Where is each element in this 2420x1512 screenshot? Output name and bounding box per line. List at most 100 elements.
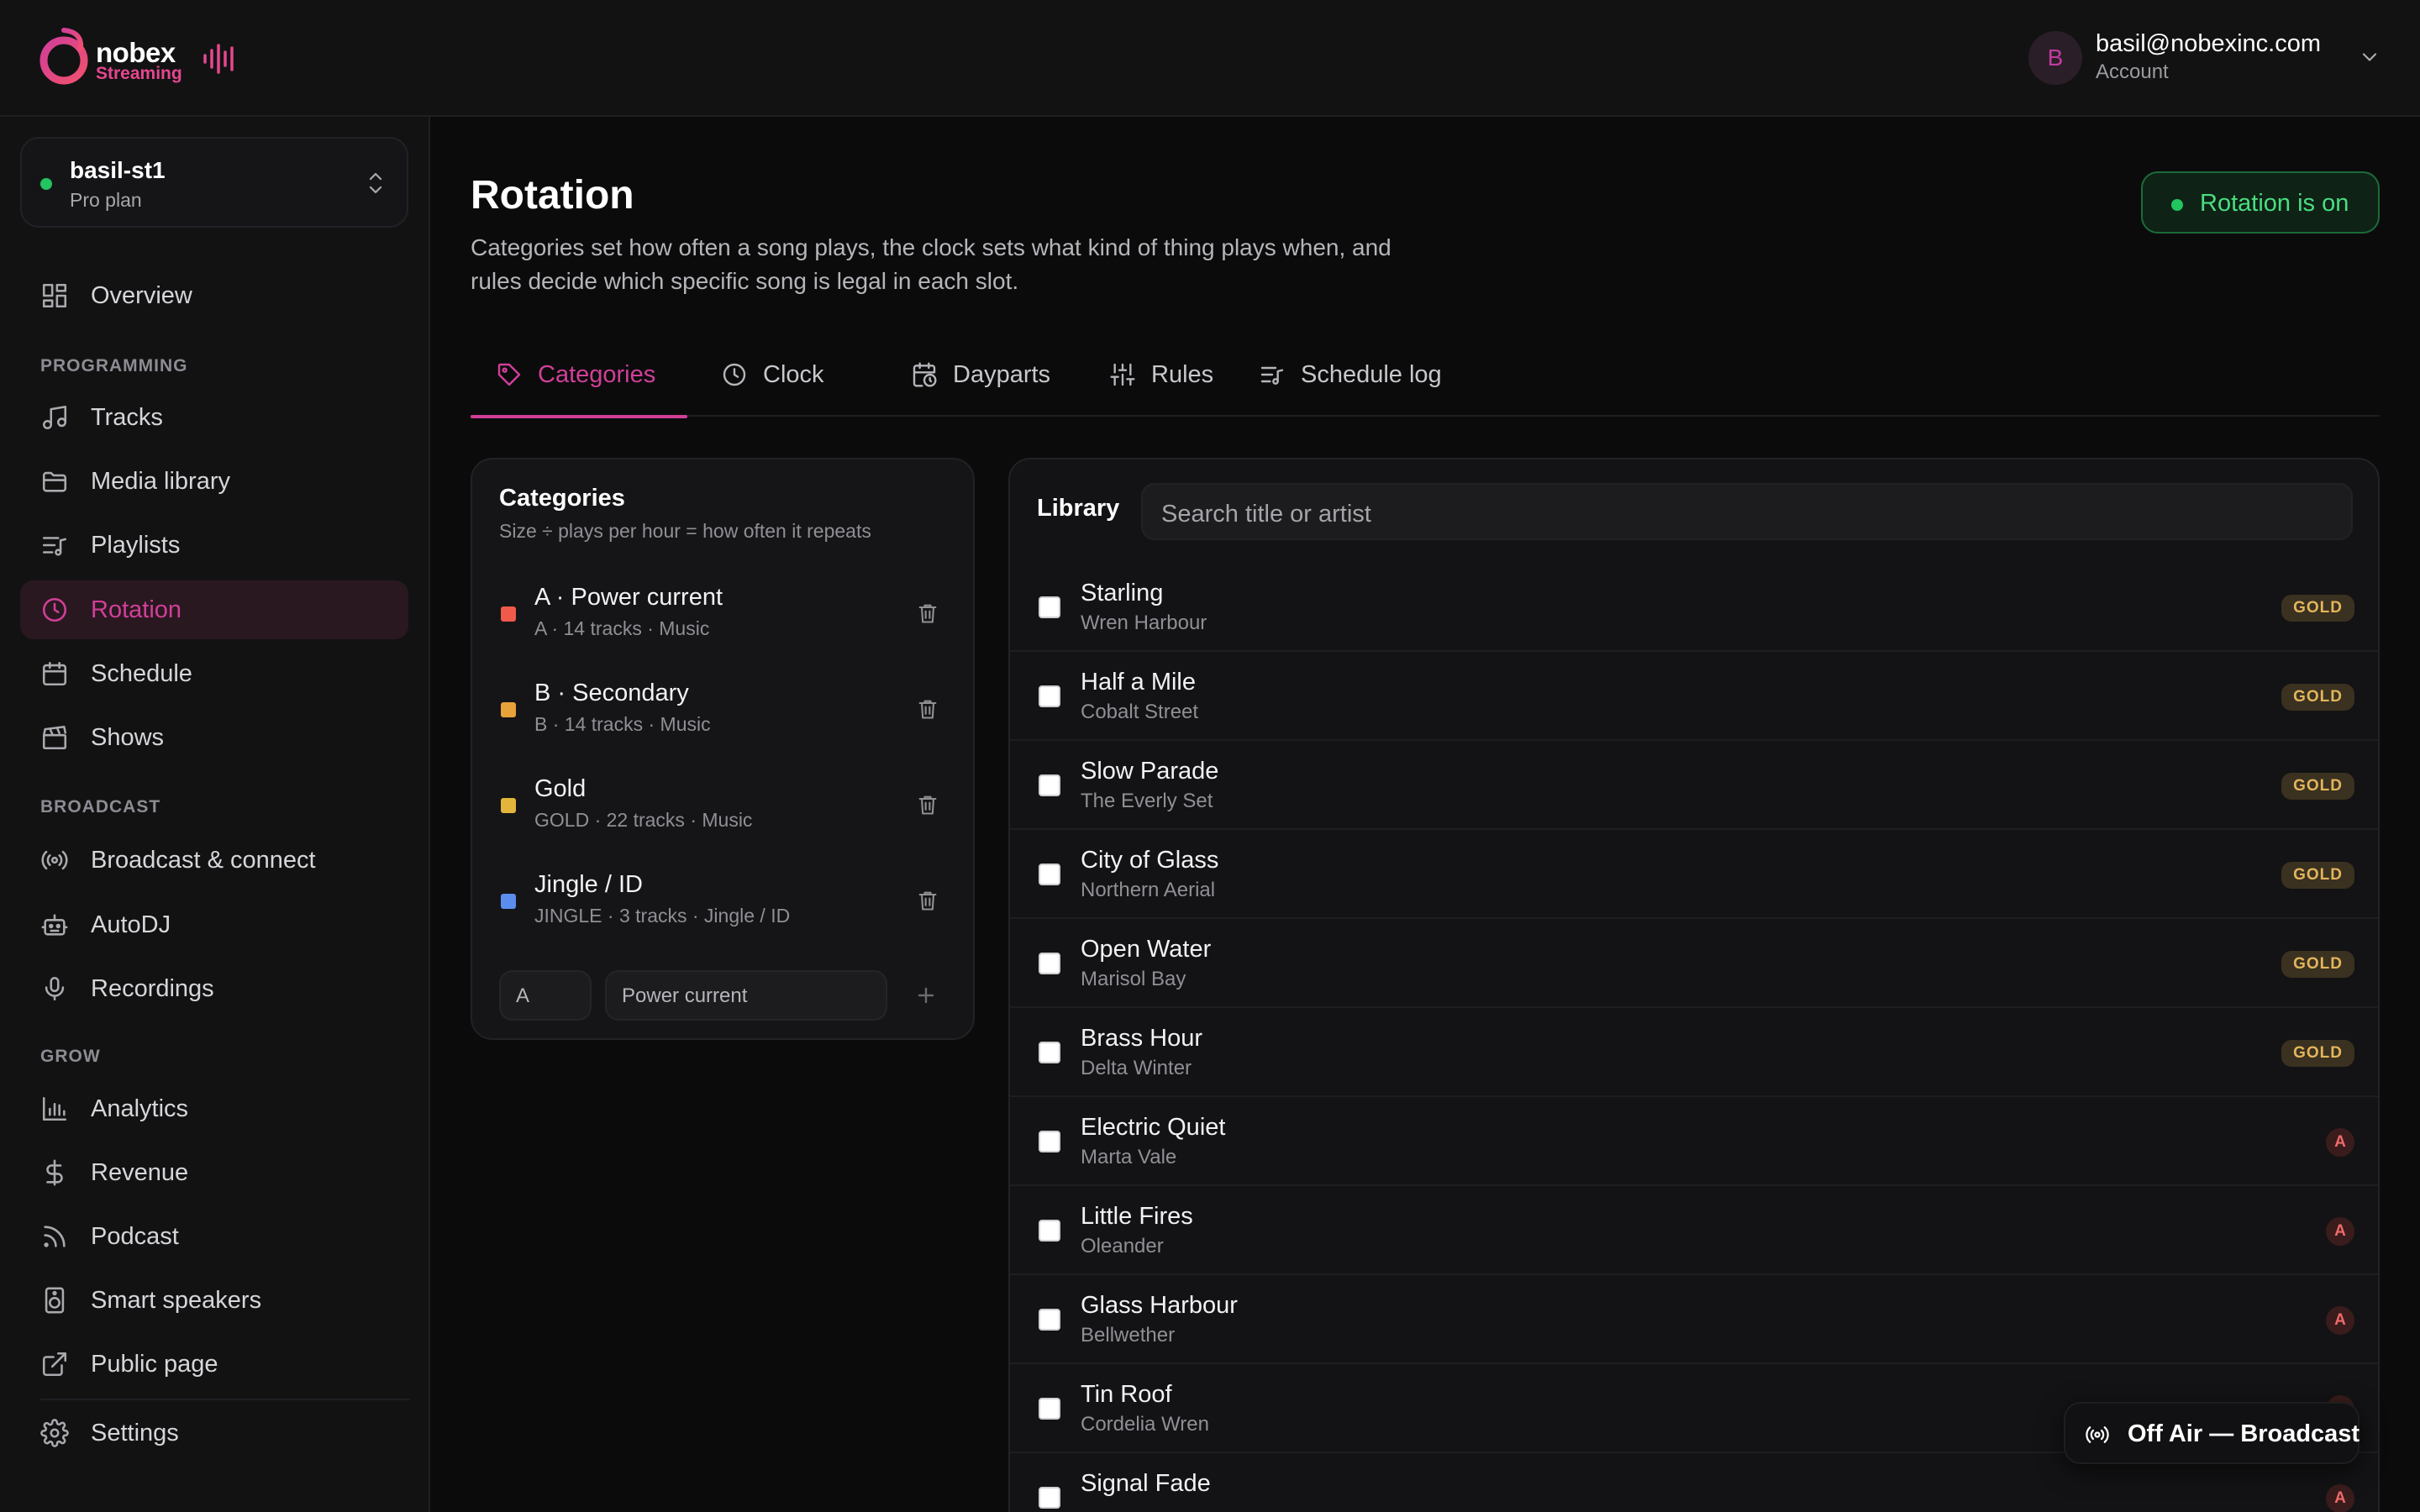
sidebar-item-autodj[interactable]: AutoDJ: [20, 895, 408, 954]
calendar-icon: [40, 659, 69, 688]
sidebar-item-overview[interactable]: Overview: [20, 266, 408, 325]
track-checkbox[interactable]: [1039, 774, 1060, 796]
track-checkbox[interactable]: [1039, 1042, 1060, 1063]
sidebar: basil-st1 Pro plan Overview PROGRAMMING …: [0, 117, 430, 1512]
track-artist: Marta Vale: [1081, 1146, 1177, 1168]
clapperboard-icon: [40, 723, 69, 752]
track-checkbox[interactable]: [1039, 953, 1060, 974]
categories-panel: Categories Size ÷ plays per hour = how o…: [471, 458, 975, 1040]
tag-icon: [496, 361, 523, 388]
track-checkbox[interactable]: [1039, 864, 1060, 885]
category-name: A · Power current: [534, 584, 723, 611]
search-input[interactable]: Search title or artist: [1141, 483, 2353, 540]
sidebar-item-public-page[interactable]: Public page: [20, 1335, 408, 1394]
logo-mark-icon: [39, 27, 88, 89]
tab-schedule-log[interactable]: Schedule log: [1234, 339, 1452, 417]
sidebar-item-analytics[interactable]: Analytics: [20, 1079, 408, 1138]
tab-bar: Categories Clock Dayparts Rules Schedule…: [471, 339, 2380, 418]
chevron-down-icon: [2358, 45, 2381, 69]
sidebar-item-tracks[interactable]: Tracks: [20, 388, 408, 447]
add-category-icon[interactable]: [913, 982, 939, 1009]
track-row[interactable]: Brass Hour Delta Winter GOLD: [1010, 1008, 2378, 1097]
track-row[interactable]: Little Fires Oleander A: [1010, 1186, 2378, 1275]
sidebar-item-label: Smart speakers: [91, 1287, 262, 1314]
category-name: Jingle / ID: [534, 871, 643, 898]
sidebar-item-label: Settings: [91, 1420, 179, 1446]
chevrons-up-down-icon: [363, 169, 388, 197]
panel-title: Categories: [499, 485, 625, 512]
category-badge: A: [2326, 1484, 2354, 1512]
trash-icon[interactable]: [916, 888, 939, 913]
tab-label: Clock: [763, 361, 824, 388]
sliders-icon: [1109, 361, 1136, 388]
brand-logo[interactable]: nobex Streaming: [39, 22, 249, 94]
station-switcher[interactable]: basil-st1 Pro plan: [20, 137, 408, 228]
category-row[interactable]: A · Power current A · 14 tracks · Music: [472, 569, 976, 664]
sidebar-item-broadcast-connect[interactable]: Broadcast & connect: [20, 831, 408, 890]
category-badge: A: [2326, 1306, 2354, 1335]
clock-icon: [721, 361, 748, 388]
calendar-clock-icon: [911, 361, 938, 388]
sidebar-item-shows[interactable]: Shows: [20, 708, 408, 767]
sidebar-item-rotation[interactable]: Rotation: [20, 580, 408, 639]
track-artist: Northern Aerial: [1081, 879, 1216, 901]
grid-icon: [40, 281, 69, 310]
track-row[interactable]: Slow Parade The Everly Set GOLD: [1010, 741, 2378, 830]
tab-clock[interactable]: Clock: [696, 339, 824, 417]
track-checkbox[interactable]: [1039, 1487, 1060, 1509]
sidebar-item-label: Recordings: [91, 975, 214, 1002]
sidebar-item-label: Broadcast & connect: [91, 847, 316, 874]
track-row[interactable]: Glass Harbour Bellwether A: [1010, 1275, 2378, 1364]
category-row[interactable]: B · Secondary B · 14 tracks · Music: [472, 664, 976, 760]
track-row[interactable]: Electric Quiet Marta Vale A: [1010, 1097, 2378, 1186]
track-checkbox[interactable]: [1039, 685, 1060, 707]
tab-label: Schedule log: [1301, 361, 1442, 388]
category-row[interactable]: Jingle / ID JINGLE · 3 tracks · Jingle / …: [472, 856, 976, 952]
section-heading-programming: PROGRAMMING: [40, 356, 188, 375]
sidebar-item-settings[interactable]: Settings: [20, 1404, 408, 1462]
bar-chart-icon: [40, 1095, 69, 1123]
account-menu[interactable]: B basil@nobexinc.com Account: [2028, 29, 2381, 87]
track-row[interactable]: Starling Wren Harbour GOLD: [1010, 563, 2378, 652]
track-checkbox[interactable]: [1039, 1309, 1060, 1331]
track-artist: Wren Harbour: [1081, 612, 1207, 634]
track-row[interactable]: City of Glass Northern Aerial GOLD: [1010, 830, 2378, 919]
track-checkbox[interactable]: [1039, 1398, 1060, 1420]
category-meta: GOLD · 22 tracks · Music: [534, 809, 753, 831]
category-name-input[interactable]: Power current: [605, 970, 887, 1021]
trash-icon[interactable]: [916, 792, 939, 817]
tab-dayparts[interactable]: Dayparts: [886, 339, 1054, 417]
broadcast-icon: [2084, 1422, 2111, 1447]
panel-title: Library: [1037, 495, 1120, 522]
tab-rules[interactable]: Rules: [1084, 339, 1213, 417]
rss-icon: [40, 1222, 69, 1251]
track-checkbox[interactable]: [1039, 1220, 1060, 1242]
sidebar-item-media-library[interactable]: Media library: [20, 452, 408, 511]
input-value: Power current: [622, 984, 748, 1007]
sidebar-item-playlists[interactable]: Playlists: [20, 516, 408, 575]
track-checkbox[interactable]: [1039, 596, 1060, 618]
sidebar-item-recordings[interactable]: Recordings: [20, 959, 408, 1018]
account-label: Account: [2096, 60, 2169, 83]
trash-icon[interactable]: [916, 696, 939, 722]
trash-icon[interactable]: [916, 601, 939, 626]
track-artist: Marisol Bay: [1081, 968, 1186, 990]
category-row[interactable]: Gold GOLD · 22 tracks · Music: [472, 760, 976, 856]
sidebar-item-podcast[interactable]: Podcast: [20, 1207, 408, 1266]
tab-categories[interactable]: Categories: [471, 339, 687, 418]
sidebar-item-schedule[interactable]: Schedule: [20, 644, 408, 703]
track-checkbox[interactable]: [1039, 1131, 1060, 1152]
sidebar-item-label: Rotation: [91, 596, 182, 623]
panel-subtitle: Size ÷ plays per hour = how often it rep…: [499, 520, 871, 542]
track-row[interactable]: Half a Mile Cobalt Street GOLD: [1010, 652, 2378, 741]
track-row[interactable]: Open Water Marisol Bay GOLD: [1010, 919, 2378, 1008]
sidebar-item-revenue[interactable]: Revenue: [20, 1143, 408, 1202]
search-placeholder: Search title or artist: [1161, 501, 1371, 528]
sidebar-item-smart-speakers[interactable]: Smart speakers: [20, 1271, 408, 1330]
broadcast-toggle-button[interactable]: Off Air — Broadcast: [2064, 1402, 2360, 1464]
sidebar-item-label: Public page: [91, 1351, 218, 1378]
sidebar-item-label: AutoDJ: [91, 911, 171, 938]
category-code-input[interactable]: A: [499, 970, 592, 1021]
category-color-swatch: [501, 606, 516, 622]
input-value: A: [516, 984, 530, 1007]
